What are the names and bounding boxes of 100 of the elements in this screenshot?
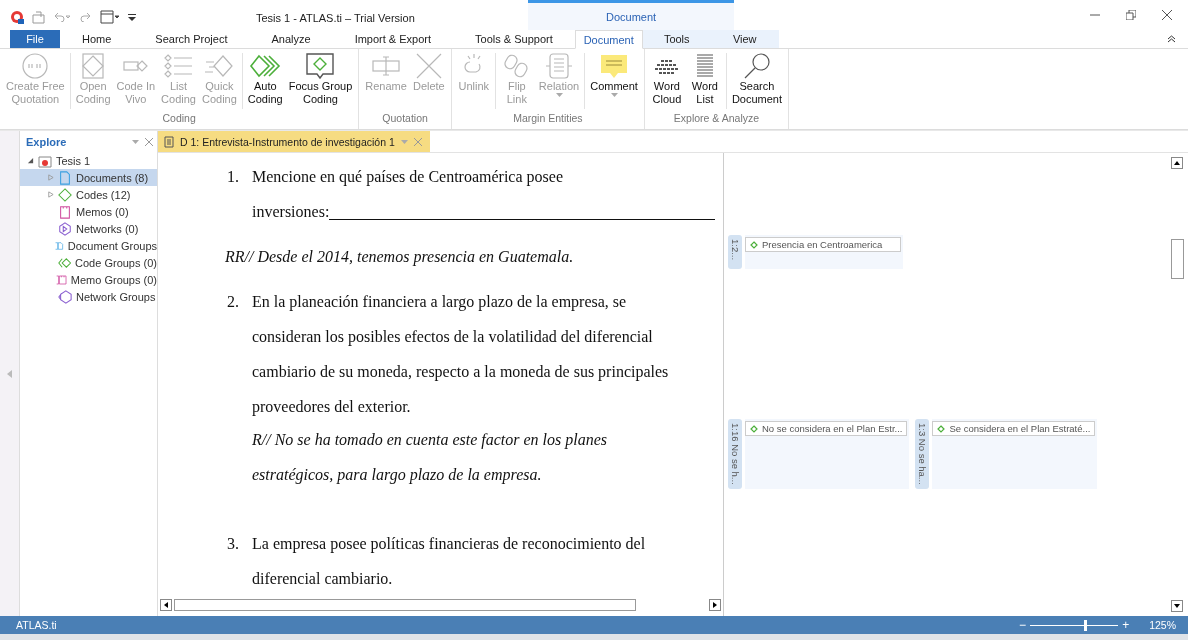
arrow-left-icon	[164, 602, 168, 608]
redo-icon[interactable]	[79, 12, 92, 22]
arrow-up-icon	[1174, 161, 1180, 165]
question-text: diferencial cambiario.	[252, 569, 393, 589]
network-group-icon	[58, 289, 72, 304]
file-menu-tab[interactable]: File	[10, 30, 60, 48]
ribbon-group-label: Explore & Analyze	[673, 112, 760, 124]
layered-diamond-icon	[249, 52, 282, 80]
ribbon-button[interactable]: Search Document	[728, 49, 786, 106]
answer-text: R// No se ha tomado en cuenta este factor en los planes	[252, 430, 608, 451]
code-chip[interactable]: Se considera en el Plan Estraté...	[932, 421, 1096, 436]
list-number: 1.	[226, 167, 240, 187]
ribbon-tab[interactable]: View	[710, 30, 779, 48]
list-icon	[162, 52, 195, 80]
ribbon-button[interactable]: Focus Group Coding	[285, 49, 356, 106]
relation-icon	[543, 52, 575, 80]
scroll-right-button[interactable]	[709, 599, 721, 611]
scroll-up-button[interactable]	[1171, 157, 1183, 169]
expand-triangle-icon[interactable]	[46, 174, 54, 181]
ribbon-button[interactable]: Word Cloud	[647, 49, 686, 106]
caret-icon[interactable]	[610, 93, 618, 97]
tree-item[interactable]: Networks (0)	[20, 220, 157, 237]
speech-diamond-icon	[304, 52, 337, 80]
ribbon-tab[interactable]: Import & Export	[332, 30, 454, 48]
ribbon-tab[interactable]: Home	[60, 30, 134, 48]
question-text: En la planeación financiera a largo plazo de la empresa, se	[252, 292, 627, 313]
tree-item[interactable]: Tesis 1	[20, 152, 157, 169]
document-icon	[58, 170, 72, 185]
status-text: ATLAS.ti	[16, 619, 58, 631]
answer-text: RR// Desde el 2014, tenemos presencia en Guatemala.	[225, 247, 574, 268]
caret-icon[interactable]	[132, 139, 139, 144]
document-tab[interactable]: D 1: Entrevista-Instrumento de investigación 1	[158, 131, 430, 152]
window-layout-icon[interactable]	[100, 10, 120, 24]
diamond-icon	[750, 424, 758, 433]
arrow-down-icon	[1174, 604, 1180, 608]
question-text: inversiones:	[252, 202, 330, 222]
arrow-right-icon	[713, 602, 717, 608]
ribbon-tab[interactable]: Tools	[642, 30, 711, 48]
expanded-triangle-icon[interactable]	[26, 157, 34, 164]
question-text: La empresa posee políticas financieras de reconocimiento del	[252, 534, 646, 555]
code-chip[interactable]: No se considera en el Plan Estr...	[745, 421, 908, 436]
document-icon	[164, 135, 174, 148]
tree-item[interactable]: Documents (8)	[20, 169, 157, 186]
scroll-down-button[interactable]	[1171, 600, 1183, 612]
answer-text: estratégicos, para largo plazo de la empresa.	[252, 465, 542, 486]
question-text: proveedores del exterior.	[252, 397, 411, 418]
quotation-label[interactable]: 1:16 No se h...	[728, 419, 742, 489]
tree-item[interactable]: Memos (0)	[20, 203, 157, 220]
question-text: cambiario de su moneda, respecto a la moneda de sus principales	[252, 362, 669, 383]
tree-item[interactable]: Document Groups	[20, 237, 157, 254]
zoom-reading: 125%	[1149, 619, 1176, 631]
restore-icon[interactable]	[1126, 10, 1136, 20]
project-icon	[38, 153, 52, 168]
collapse-ribbon-icon[interactable]	[1167, 35, 1176, 43]
window-title: Tesis 1 - ATLAS.ti – Trial Version	[256, 12, 415, 24]
app-logo-icon	[10, 10, 24, 24]
ribbon-tab[interactable]: Document	[574, 30, 643, 49]
customize-icon[interactable]	[128, 13, 136, 21]
tree-item[interactable]: Memo Groups (0)	[20, 271, 157, 288]
ribbon-group-label: Margin Entities	[513, 112, 583, 124]
quotation-label[interactable]: 1:2...	[728, 235, 742, 269]
question-text: Mencione en qué países de Centroamérica posee	[252, 167, 563, 188]
undo-icon[interactable]	[53, 12, 71, 22]
caret-icon[interactable]	[400, 139, 408, 144]
close-icon[interactable]	[1162, 10, 1172, 20]
scrollbar-thumb[interactable]	[1170, 239, 1184, 279]
save-icon[interactable]	[32, 10, 45, 24]
context-tab-group-label: Document	[606, 10, 657, 23]
close-panel-icon[interactable]	[145, 137, 153, 146]
diamond-icon	[58, 187, 72, 202]
zoom-out-button[interactable]: −	[1019, 618, 1027, 632]
panel-title: Explore	[26, 135, 68, 148]
ribbon-group-label: Coding	[162, 112, 196, 124]
ribbon-group-label: Quotation	[382, 112, 428, 124]
expand-panel-icon[interactable]	[7, 369, 12, 378]
scrollbar-thumb[interactable]	[174, 599, 636, 611]
ribbon-button[interactable]: Word List	[685, 49, 724, 106]
network-icon	[58, 221, 72, 236]
scroll-left-button[interactable]	[160, 599, 172, 611]
quotation-label[interactable]: 1:3 No se ha...	[915, 419, 930, 489]
ribbon-tab[interactable]: Search Project	[133, 30, 250, 48]
ribbon-tab[interactable]: Tools & Support	[453, 30, 575, 48]
memo-group-icon	[56, 272, 67, 287]
list-number: 2.	[226, 292, 240, 312]
code-chip[interactable]: Presencia en Centroamerica	[745, 237, 901, 252]
list-number: 3.	[226, 534, 240, 554]
diamond-group-icon	[57, 255, 72, 270]
question-text: consideran los posibles efectos de la volatilidad del diferencial	[252, 327, 653, 348]
zoom-in-button[interactable]: +	[1122, 618, 1130, 632]
ribbon-button[interactable]: Auto Coding	[244, 49, 286, 106]
tree-item[interactable]: Code Groups (0)	[20, 254, 157, 271]
tree-item[interactable]: Codes (12)	[20, 186, 157, 203]
diamond-icon	[937, 424, 946, 433]
ribbon-button[interactable]: Comment	[587, 49, 641, 97]
tree-item[interactable]: Network Groups	[20, 288, 157, 305]
diamond-icon	[750, 240, 758, 249]
memo-icon	[58, 204, 72, 219]
expand-triangle-icon[interactable]	[46, 191, 54, 198]
ribbon-tab[interactable]: Analyze	[249, 30, 333, 48]
slider-thumb[interactable]	[1083, 619, 1087, 631]
